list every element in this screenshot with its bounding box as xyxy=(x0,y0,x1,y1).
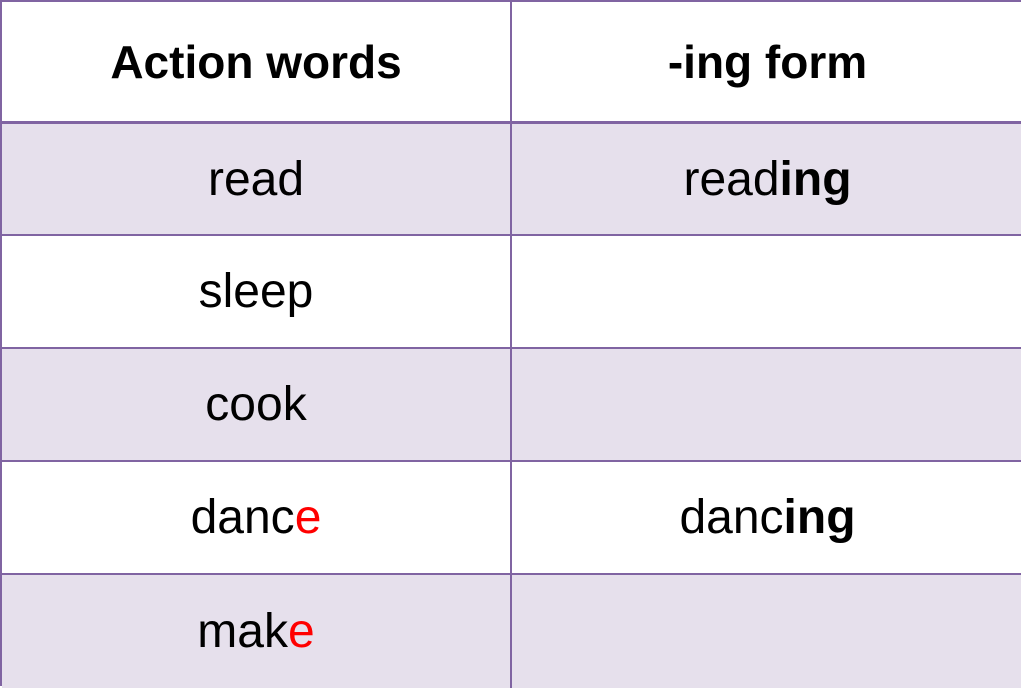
ing-form-cell xyxy=(512,575,1021,688)
ing-form-cell xyxy=(512,349,1021,462)
action-word-cell: sleep xyxy=(2,236,512,349)
ing-form: reading xyxy=(683,152,852,206)
header-label: -ing form xyxy=(667,35,868,88)
ing-form: dancing xyxy=(679,491,856,544)
header-ing-form: -ing form xyxy=(512,2,1021,124)
action-word-cell: make xyxy=(2,575,512,688)
action-word-cell: read xyxy=(2,124,512,236)
header-label: Action words xyxy=(110,35,402,88)
header-action-words: Action words xyxy=(2,2,512,124)
ing-form-cell: reading xyxy=(512,124,1021,236)
action-word-cell: cook xyxy=(2,349,512,462)
action-word: sleep xyxy=(198,265,314,318)
action-word: read xyxy=(207,152,305,206)
ing-form-cell: dancing xyxy=(512,462,1021,575)
action-word: make xyxy=(197,605,315,658)
verb-ing-table: Action words -ing form read reading slee… xyxy=(0,0,1021,688)
action-word-cell: dance xyxy=(2,462,512,575)
ing-form-cell xyxy=(512,236,1021,349)
action-word: cook xyxy=(205,378,307,431)
action-word: dance xyxy=(190,491,322,544)
